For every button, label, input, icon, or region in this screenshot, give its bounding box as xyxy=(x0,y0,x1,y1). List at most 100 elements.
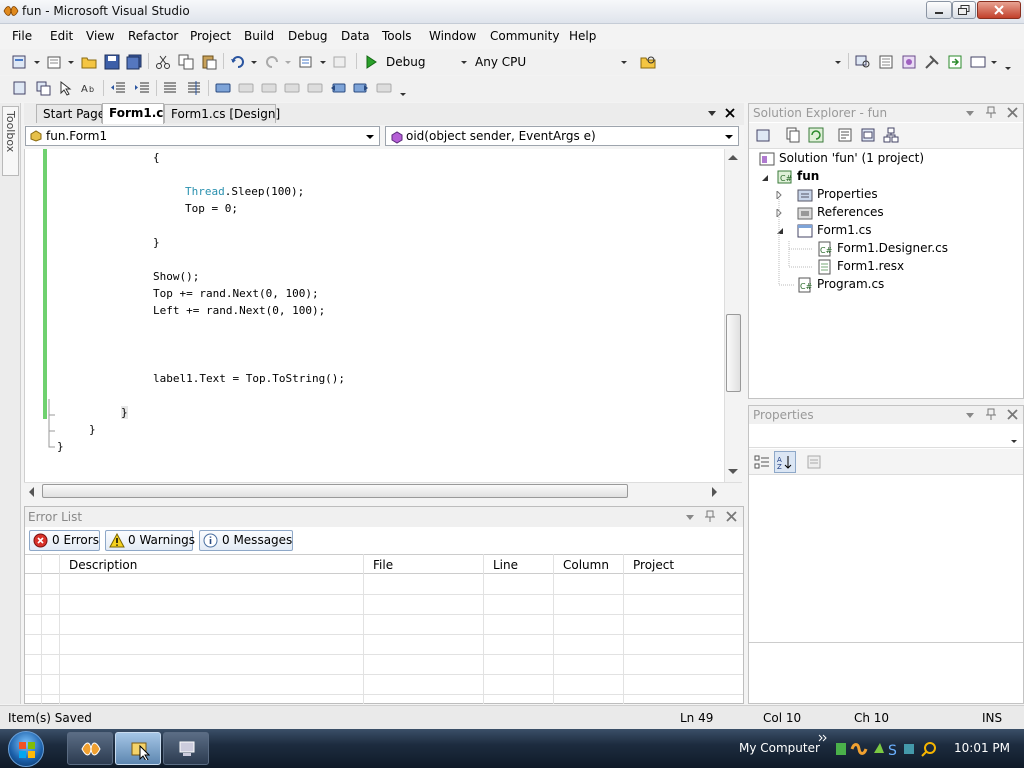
save-all-icon[interactable] xyxy=(126,54,142,70)
next-bookmark-in-document-icon[interactable] xyxy=(353,80,369,96)
start-page-icon[interactable] xyxy=(947,54,963,70)
previous-bookmark-icon[interactable] xyxy=(238,80,254,96)
next-bookmark-icon[interactable] xyxy=(261,80,277,96)
new-project-icon[interactable] xyxy=(12,54,28,70)
start-debugging-icon[interactable] xyxy=(363,54,379,70)
tray-computer-label[interactable]: My Computer xyxy=(739,741,820,755)
menu-file[interactable]: File xyxy=(12,29,32,43)
menu-view[interactable]: View xyxy=(86,29,114,43)
toolbox-tab[interactable]: Toolbox xyxy=(2,106,19,176)
properties-icon[interactable] xyxy=(756,127,772,143)
alphabetical-button[interactable]: AZ xyxy=(774,451,796,473)
minimize-button[interactable] xyxy=(926,1,952,19)
toggle-bookmark-icon[interactable] xyxy=(215,80,231,96)
menu-data[interactable]: Data xyxy=(341,29,370,43)
view-code-icon[interactable] xyxy=(837,127,853,143)
clear-bookmarks-icon[interactable] xyxy=(376,80,392,96)
command-window-dropdown[interactable] xyxy=(991,61,997,64)
menu-community[interactable]: Community xyxy=(490,29,559,43)
navigate-forward-icon[interactable] xyxy=(332,54,348,70)
platform-dropdown[interactable] xyxy=(621,61,627,64)
menu-project[interactable]: Project xyxy=(190,29,231,43)
object-selector-combo[interactable] xyxy=(749,426,1023,448)
new-project-dropdown[interactable] xyxy=(34,61,40,64)
menu-edit[interactable]: Edit xyxy=(50,29,73,43)
close-button[interactable] xyxy=(977,1,1021,19)
taskbar-visual-studio-button[interactable] xyxy=(67,732,113,765)
uncomment-lines-icon[interactable] xyxy=(186,80,202,96)
column-line[interactable]: Line xyxy=(493,558,518,572)
code-editor[interactable]: { Thread.Sleep(100); Top = 0; } Show(); … xyxy=(24,149,724,482)
view-designer-icon[interactable] xyxy=(860,127,876,143)
warnings-filter-button[interactable]: 0 Warnings xyxy=(105,530,195,551)
increase-indent-icon[interactable] xyxy=(134,80,150,96)
redo-dropdown[interactable] xyxy=(285,61,291,64)
messages-filter-button[interactable]: 0 Messages xyxy=(199,530,293,551)
previous-bookmark-in-folder-icon[interactable] xyxy=(284,80,300,96)
categorized-icon[interactable] xyxy=(754,454,770,470)
text-editor-toolbar-overflow[interactable] xyxy=(400,93,406,96)
menu-refactor[interactable]: Refactor xyxy=(128,29,178,43)
save-icon[interactable] xyxy=(104,54,120,70)
comment-lines-icon[interactable] xyxy=(162,80,178,96)
column-file[interactable]: File xyxy=(373,558,393,572)
close-icon[interactable] xyxy=(725,510,738,523)
editor-vertical-scrollbar[interactable] xyxy=(724,149,742,482)
properties-window-icon[interactable] xyxy=(878,54,894,70)
menu-debug[interactable]: Debug xyxy=(288,29,327,43)
close-icon[interactable] xyxy=(1006,106,1019,119)
column-description[interactable]: Description xyxy=(69,558,137,572)
active-files-dropdown[interactable] xyxy=(708,111,716,116)
add-item-dropdown[interactable] xyxy=(68,61,74,64)
window-position-dropdown[interactable] xyxy=(966,413,974,418)
column-column[interactable]: Column xyxy=(563,558,609,572)
window-position-dropdown[interactable] xyxy=(966,111,974,116)
tab-start-page[interactable]: Start Page xyxy=(36,104,105,123)
configuration-combo[interactable]: Debug xyxy=(386,55,425,69)
menu-tools[interactable]: Tools xyxy=(382,29,412,43)
tab-form1-design[interactable]: Form1.cs [Design] xyxy=(164,104,280,123)
cut-icon[interactable] xyxy=(155,54,171,70)
editor-horizontal-scrollbar[interactable] xyxy=(24,482,742,499)
member-combo[interactable]: oid(object sender, EventArgs e) xyxy=(385,126,739,146)
navigate-dropdown[interactable] xyxy=(320,61,326,64)
pin-icon[interactable] xyxy=(704,510,716,523)
scroll-thumb[interactable] xyxy=(726,314,741,392)
tab-form1-cs[interactable]: Form1.cs xyxy=(102,103,171,124)
configuration-dropdown[interactable] xyxy=(461,61,467,64)
undo-dropdown[interactable] xyxy=(251,61,257,64)
toolbox-icon[interactable] xyxy=(924,54,940,70)
platform-combo[interactable]: Any CPU xyxy=(475,55,526,69)
menu-build[interactable]: Build xyxy=(244,29,274,43)
menu-window[interactable]: Window xyxy=(429,29,476,43)
display-object-members-icon[interactable] xyxy=(12,80,28,96)
errors-filter-button[interactable]: 0 Errors xyxy=(29,530,100,551)
pin-icon[interactable] xyxy=(985,408,997,421)
display-word-completion-icon[interactable]: Ab xyxy=(81,80,97,96)
previous-bookmark-in-document-icon[interactable] xyxy=(330,80,346,96)
property-pages-icon[interactable] xyxy=(806,454,822,470)
taskbar-fun-app-button[interactable] xyxy=(115,732,161,765)
toolbar-overflow[interactable] xyxy=(1005,67,1011,70)
refresh-icon[interactable] xyxy=(808,127,824,143)
collapsed-arrow-icon[interactable] xyxy=(776,191,784,199)
open-folder-icon[interactable] xyxy=(81,54,97,70)
close-icon[interactable] xyxy=(1006,408,1019,421)
menu-help[interactable]: Help xyxy=(569,29,596,43)
paste-icon[interactable] xyxy=(201,54,217,70)
copy-icon[interactable] xyxy=(178,54,194,70)
display-parameter-info-icon[interactable] xyxy=(35,80,51,96)
display-quick-info-icon[interactable] xyxy=(58,80,74,96)
show-all-files-icon[interactable] xyxy=(785,127,801,143)
add-item-icon[interactable] xyxy=(46,54,62,70)
redo-icon[interactable] xyxy=(264,54,280,70)
column-project[interactable]: Project xyxy=(633,558,674,572)
command-window-icon[interactable] xyxy=(970,54,986,70)
undo-icon[interactable] xyxy=(230,54,246,70)
expanded-arrow-icon[interactable] xyxy=(761,174,769,182)
decrease-indent-icon[interactable] xyxy=(110,80,126,96)
start-button[interactable] xyxy=(8,731,44,767)
view-class-diagram-icon[interactable] xyxy=(883,127,899,143)
maximize-button[interactable] xyxy=(952,1,976,19)
class-combo[interactable]: fun.Form1 xyxy=(25,126,380,146)
